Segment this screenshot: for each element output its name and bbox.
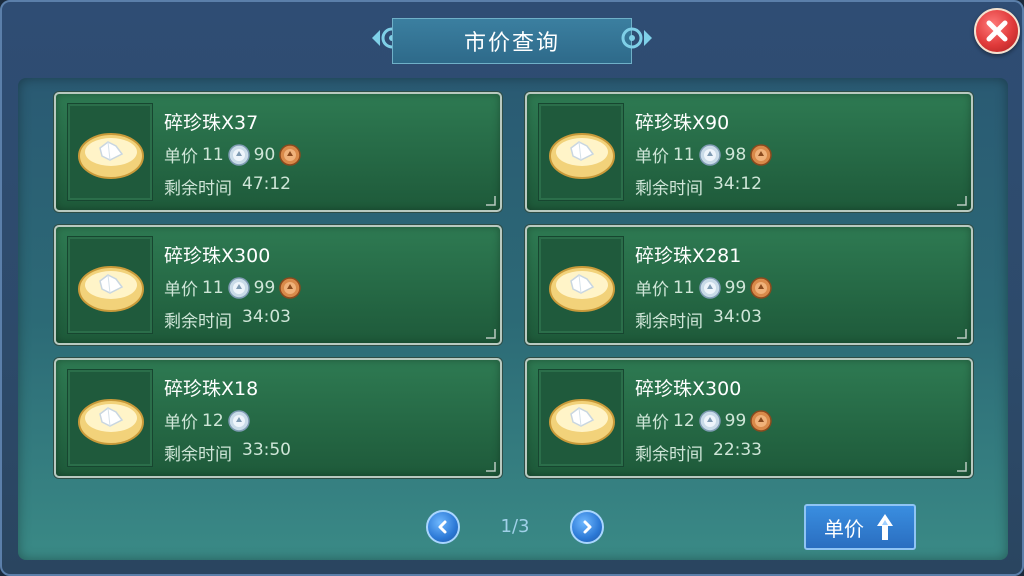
price-copper: 90	[253, 144, 276, 165]
time-value: 34:12	[713, 174, 762, 194]
listing-card[interactable]: 碎珍珠X18 单价 12 剩余时间 33:50	[54, 358, 502, 478]
corner-ornament-icon	[486, 196, 496, 206]
price-silver: 12	[673, 410, 695, 431]
time-label: 剩余时间	[635, 179, 703, 199]
corner-ornament-icon	[486, 462, 496, 472]
pearl-shell-icon	[549, 266, 615, 312]
remaining-time: 剩余时间 34:03	[164, 307, 291, 332]
pearl-shell-icon	[549, 133, 615, 179]
chevron-right-icon	[583, 520, 592, 534]
unit-price: 单价 11 98	[635, 142, 773, 167]
time-value: 34:03	[713, 307, 762, 327]
unit-price: 单价 11 99	[635, 275, 773, 300]
time-label: 剩余时间	[635, 312, 703, 332]
pearl-shell-icon	[78, 266, 144, 312]
corner-ornament-icon	[486, 329, 496, 339]
prev-page-button[interactable]	[426, 510, 460, 544]
pearl-shell-icon	[78, 399, 144, 445]
sort-up-icon	[877, 514, 893, 540]
chevron-left-icon	[438, 520, 447, 534]
remaining-time: 剩余时间 33:50	[164, 440, 291, 465]
listing-card[interactable]: 碎珍珠X281 单价 11 99 剩余时间 34:03	[525, 225, 973, 345]
price-label: 单价	[164, 147, 198, 167]
time-value: 22:33	[713, 440, 762, 460]
price-label: 单价	[164, 413, 198, 433]
sort-by-unit-price-button[interactable]: 单价	[804, 504, 916, 550]
item-slot	[67, 369, 153, 467]
time-label: 剩余时间	[635, 445, 703, 465]
sort-button-label: 单价	[824, 516, 864, 541]
silver-coin-icon	[698, 143, 721, 166]
price-silver: 11	[673, 144, 695, 165]
time-label: 剩余时间	[164, 312, 232, 332]
dialog-title: 市价查询	[463, 31, 560, 56]
copper-coin-icon	[279, 276, 302, 299]
item-name: 碎珍珠X90	[635, 112, 730, 134]
price-label: 单价	[635, 280, 669, 300]
silver-coin-icon	[698, 409, 721, 432]
price-silver: 12	[202, 410, 224, 431]
listing-card[interactable]: 碎珍珠X90 单价 11 98 剩余时间 34:12	[525, 92, 973, 212]
silver-coin-icon	[227, 143, 250, 166]
price-label: 单价	[635, 147, 669, 167]
corner-ornament-icon	[957, 462, 967, 472]
time-value: 33:50	[242, 440, 291, 460]
item-name: 碎珍珠X300	[635, 378, 742, 400]
silver-coin-icon	[227, 409, 250, 432]
close-icon	[986, 20, 1008, 42]
copper-coin-icon	[279, 143, 302, 166]
price-label: 单价	[635, 413, 669, 433]
item-slot	[538, 103, 624, 201]
item-name: 碎珍珠X18	[164, 378, 259, 400]
page-indicator: 1/3	[500, 516, 530, 537]
item-name: 碎珍珠X281	[635, 245, 742, 267]
time-value: 47:12	[242, 174, 291, 194]
copper-coin-icon	[750, 143, 773, 166]
copper-coin-icon	[750, 409, 773, 432]
next-page-button[interactable]	[570, 510, 604, 544]
price-copper: 98	[724, 144, 747, 165]
price-copper: 99	[724, 277, 747, 298]
price-silver: 11	[202, 144, 224, 165]
listing-card[interactable]: 碎珍珠X37 单价 11 90 剩余时间 47:12	[54, 92, 502, 212]
price-silver: 11	[202, 277, 224, 298]
time-value: 34:03	[242, 307, 291, 327]
price-label: 单价	[164, 280, 198, 300]
remaining-time: 剩余时间 34:03	[635, 307, 762, 332]
unit-price: 单价 12 99	[635, 408, 773, 433]
time-label: 剩余时间	[164, 179, 232, 199]
item-name: 碎珍珠X300	[164, 245, 271, 267]
pearl-shell-icon	[549, 399, 615, 445]
remaining-time: 剩余时间 34:12	[635, 174, 762, 199]
price-copper: 99	[253, 277, 276, 298]
corner-ornament-icon	[957, 196, 967, 206]
title-ornament-right-icon	[621, 27, 652, 49]
unit-price: 单价 11 90	[164, 142, 302, 167]
silver-coin-icon	[227, 276, 250, 299]
time-label: 剩余时间	[164, 445, 232, 465]
item-slot	[538, 236, 624, 334]
listing-card[interactable]: 碎珍珠X300 单价 12 99 剩余时间 22:33	[525, 358, 973, 478]
unit-price: 单价 12	[164, 408, 250, 433]
close-button[interactable]	[974, 8, 1020, 54]
copper-coin-icon	[750, 276, 773, 299]
title-banner: 市价查询	[392, 18, 632, 64]
corner-ornament-icon	[957, 329, 967, 339]
price-copper: 99	[724, 410, 747, 431]
listing-card[interactable]: 碎珍珠X300 单价 11 99 剩余时间 34:03	[54, 225, 502, 345]
unit-price: 单价 11 99	[164, 275, 302, 300]
item-slot	[67, 236, 153, 334]
item-slot	[67, 103, 153, 201]
remaining-time: 剩余时间 47:12	[164, 174, 291, 199]
silver-coin-icon	[698, 276, 721, 299]
item-name: 碎珍珠X37	[164, 112, 259, 134]
item-slot	[538, 369, 624, 467]
remaining-time: 剩余时间 22:33	[635, 440, 762, 465]
price-silver: 11	[673, 277, 695, 298]
pearl-shell-icon	[78, 133, 144, 179]
